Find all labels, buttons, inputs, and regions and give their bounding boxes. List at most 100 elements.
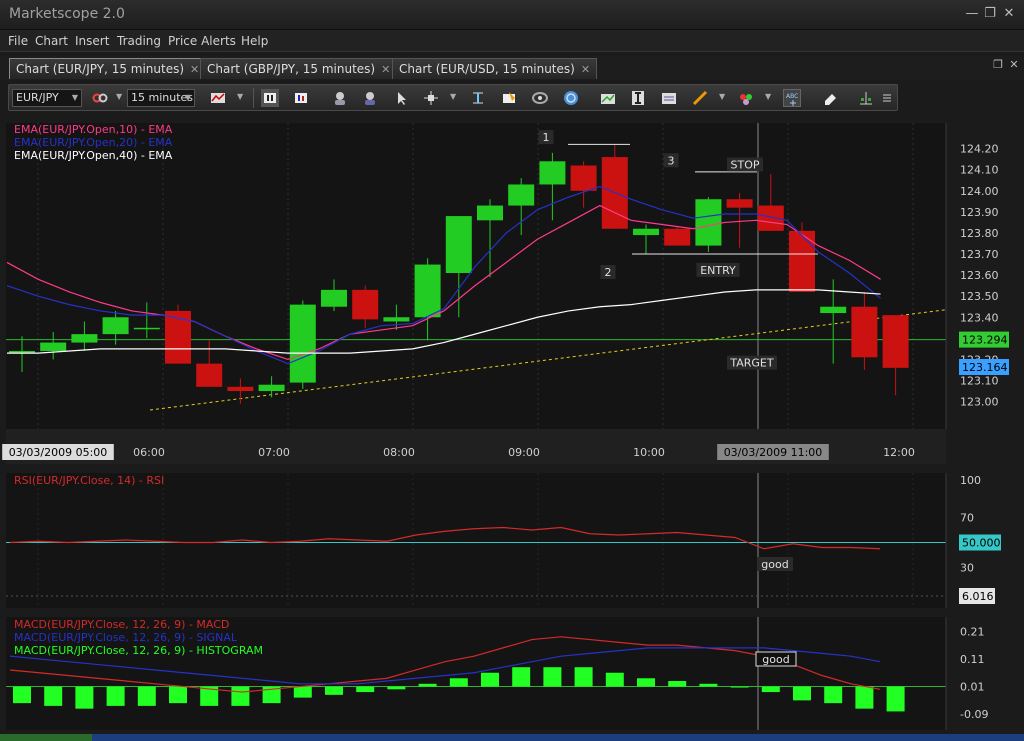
candle-body — [633, 228, 659, 236]
time-axis-label: 12:00 — [883, 446, 915, 459]
more-icon[interactable] — [881, 89, 893, 107]
annotation-label: 3 — [668, 154, 675, 167]
chart-canvas[interactable]: 124.20 124.10 124.00 123.90 123.80 123.70 123.… — [0, 118, 1024, 734]
menu-bar: File Chart Insert Trading Price Alerts H… — [0, 30, 1024, 52]
annotation-label: 1 — [543, 131, 550, 144]
globe-icon[interactable] — [562, 89, 580, 107]
label-icon[interactable]: ABC — [783, 89, 801, 107]
pen-icon[interactable] — [691, 89, 709, 107]
macd-histogram-bar — [637, 678, 655, 687]
macd-legend-entry: MACD(EUR/JPY.Close, 12, 26, 9) - MACD — [14, 618, 229, 631]
candle-body — [258, 384, 285, 392]
chevron-down-icon[interactable]: ▼ — [765, 92, 771, 101]
menu-trading[interactable]: Trading — [117, 34, 161, 48]
candle-body — [508, 184, 535, 206]
time-axis-label: 03/03/2009 05:00 — [9, 446, 108, 459]
tab-close-icon[interactable]: ✕ — [190, 63, 199, 76]
menu-insert[interactable]: Insert — [75, 34, 109, 48]
price-tick-label: 123.50 — [960, 290, 999, 303]
close-icon[interactable]: ✕ — [1006, 57, 1022, 73]
time-axis-label: 10:00 — [633, 446, 665, 459]
candle-body — [851, 306, 878, 358]
candle-chart-icon[interactable] — [292, 89, 310, 107]
link-icon[interactable] — [91, 89, 109, 107]
instrument-select[interactable]: EUR/JPY ▼ — [12, 89, 82, 107]
rsi-tick-label: 30 — [960, 562, 974, 575]
chevron-down-icon: ▼ — [71, 93, 78, 102]
candle-body — [539, 161, 566, 185]
restore-icon[interactable]: ❐ — [982, 6, 998, 22]
tab-eur-jpy[interactable]: Chart (EUR/JPY, 15 minutes) ✕ — [9, 58, 207, 79]
macd-histogram-bar — [75, 686, 94, 709]
price-tick-label: 123.90 — [960, 206, 999, 219]
layout-icon[interactable] — [857, 89, 875, 107]
minimize-icon[interactable]: — — [964, 6, 980, 22]
chart-settings-icon[interactable] — [660, 89, 678, 107]
tab-close-icon[interactable]: ✕ — [381, 63, 390, 76]
macd-histogram-bar — [449, 678, 468, 687]
candle-body — [40, 342, 67, 351]
ema-legend-entry: EMA(EUR/JPY.Open,20) - EMA — [14, 136, 173, 149]
menu-help[interactable]: Help — [241, 34, 268, 48]
text-icon[interactable] — [629, 89, 647, 107]
macd-histogram-bar — [13, 686, 31, 704]
macd-tick-label: -0.09 — [960, 708, 988, 721]
macd-annotation-label: good — [762, 653, 789, 666]
time-axis-label: 03/03/2009 11:00 — [724, 446, 823, 459]
menu-price-alerts[interactable]: Price Alerts — [168, 34, 236, 48]
candle-body — [695, 199, 722, 246]
price-tick-label: 124.20 — [960, 143, 999, 156]
cursor-icon[interactable] — [392, 89, 410, 107]
macd-tick-label: 0.01 — [960, 681, 985, 694]
rsi-current-label: 6.016 — [962, 590, 994, 603]
menu-chart[interactable]: Chart — [35, 34, 68, 48]
fibonacci-icon[interactable] — [469, 89, 487, 107]
tab-close-icon[interactable]: ✕ — [581, 63, 590, 76]
candle-body — [664, 228, 691, 246]
candle-body — [289, 304, 316, 383]
chevron-down-icon[interactable]: ▼ — [237, 92, 243, 101]
annotation-label: TARGET — [729, 357, 774, 370]
menu-file[interactable]: File — [8, 34, 28, 48]
macd-histogram-bar — [761, 686, 780, 693]
macd-histogram-bar — [886, 686, 905, 712]
macd-tick-label: 0.11 — [960, 653, 985, 666]
candle-body — [757, 205, 784, 231]
toolbar-separator — [253, 88, 254, 108]
timeframe-select[interactable]: 15 minutes ▼ — [127, 89, 195, 107]
macd-histogram-bar — [231, 686, 250, 706]
macd-histogram-bar — [730, 686, 749, 688]
chart-type-icon[interactable] — [209, 89, 227, 107]
macd-legend-entry: MACD(EUR/JPY.Close, 12, 26, 9) - SIGNAL — [14, 631, 238, 644]
rsi-tick-label: 100 — [960, 474, 981, 487]
zoom-in-icon[interactable] — [331, 89, 349, 107]
chevron-down-icon[interactable]: ▼ — [450, 92, 456, 101]
tab-label: Chart (EUR/USD, 15 minutes) — [399, 62, 575, 76]
chevron-down-icon[interactable]: ▼ — [719, 92, 725, 101]
macd-histogram-bar — [793, 686, 811, 701]
palette-icon[interactable] — [737, 89, 755, 107]
tab-gbp-jpy[interactable]: Chart (GBP/JPY, 15 minutes) ✕ — [200, 58, 398, 79]
zoom-out-icon[interactable] — [361, 89, 379, 107]
restore-icon[interactable]: ❐ — [990, 57, 1006, 73]
chevron-down-icon[interactable]: ▼ — [116, 92, 122, 101]
annotation-label: 2 — [605, 266, 612, 279]
marker-icon[interactable] — [500, 89, 518, 107]
annotation-label: ENTRY — [700, 264, 736, 277]
crosshair-icon[interactable] — [422, 89, 440, 107]
rsi-tick-label: 70 — [960, 512, 974, 525]
chart-tab-bar: Chart (EUR/JPY, 15 minutes) ✕ Chart (GBP/… — [0, 56, 1024, 80]
trend-line-icon[interactable] — [599, 89, 617, 107]
candle-body — [102, 317, 129, 335]
target-icon[interactable] — [531, 89, 549, 107]
bar-chart-icon[interactable] — [261, 89, 279, 107]
candle-body — [9, 350, 35, 353]
tab-label: Chart (GBP/JPY, 15 minutes) — [207, 62, 376, 76]
close-icon[interactable]: ✕ — [1001, 6, 1017, 22]
candle-body — [820, 306, 847, 314]
instrument-value: EUR/JPY — [16, 91, 59, 104]
tab-eur-usd[interactable]: Chart (EUR/USD, 15 minutes) ✕ — [392, 58, 598, 79]
macd-histogram-bar — [325, 686, 343, 695]
eraser-icon[interactable] — [821, 89, 839, 107]
candle-body — [789, 230, 815, 292]
